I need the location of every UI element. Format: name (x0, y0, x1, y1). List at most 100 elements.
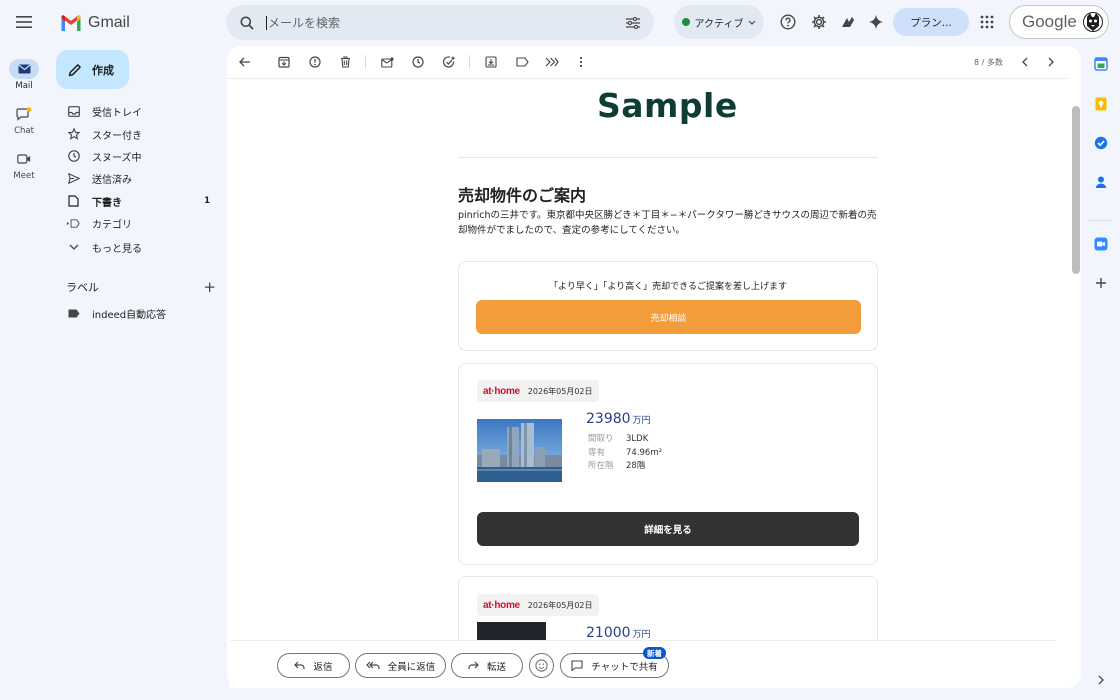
hamburger-icon (16, 16, 32, 28)
add-label-button[interactable]: + (203, 278, 216, 296)
gemini-button[interactable] (866, 12, 886, 32)
forward-button[interactable]: 転送 (451, 653, 523, 678)
listing-source-badge: at·home 2026年05月02日 (477, 594, 599, 616)
price-unit: 万円 (632, 630, 651, 640)
add-task-icon (442, 56, 455, 68)
tasks-addon[interactable] (1093, 135, 1109, 151)
gmail-logo[interactable]: Gmail (60, 11, 130, 35)
view-details-button[interactable]: 詳細を見る (477, 512, 859, 546)
category-icon (67, 217, 80, 230)
nav-item-more[interactable]: もっと見る (56, 236, 220, 258)
help-button[interactable] (778, 12, 798, 32)
nav-item-categories[interactable]: カテゴリ (56, 212, 220, 234)
back-button[interactable] (237, 54, 253, 70)
spec-key: 所在階 (588, 461, 614, 471)
add-task-button[interactable] (441, 54, 457, 70)
label-item-indeed[interactable]: indeed自動応答 (56, 302, 220, 324)
labels-button[interactable] (514, 54, 530, 70)
google-apps-button[interactable] (977, 12, 997, 32)
nav-item-sent[interactable]: 送信済み (56, 167, 220, 189)
clock-icon (412, 56, 424, 68)
email-heading: 売却物件のご案内 (458, 186, 587, 205)
filter-messages-button[interactable] (544, 54, 560, 70)
price-value: 21000 (586, 625, 631, 641)
rail-item-meet[interactable]: Meet (0, 149, 48, 181)
sparkle-icon (868, 14, 884, 30)
athome-logo: at·home (483, 599, 520, 611)
tasks-icon (1094, 136, 1108, 150)
plan-button[interactable]: プラン... (893, 8, 969, 36)
star-icon (67, 128, 80, 141)
new-badge: 新着 (643, 647, 666, 659)
older-button[interactable] (1043, 54, 1059, 70)
nav-item-snoozed[interactable]: スヌーズ中 (56, 145, 220, 167)
rail-label-chat: Chat (14, 126, 34, 136)
listing-photo[interactable] (477, 419, 562, 482)
move-to-button[interactable] (483, 54, 499, 70)
zoom-icon (1094, 237, 1108, 251)
inbox-icon (67, 105, 80, 118)
search-bar[interactable]: メールを検索 (226, 5, 654, 40)
keep-addon[interactable] (1093, 96, 1109, 112)
spec-row: 間取り 3LDK (588, 433, 662, 447)
snooze-button[interactable] (410, 54, 426, 70)
share-chat-label: チャットで共有 (591, 661, 658, 673)
nav-label: スヌーズ中 (92, 152, 142, 164)
arrow-left-icon (239, 57, 250, 67)
scrollbar-thumb[interactable] (1072, 106, 1080, 274)
archive-icon (278, 56, 290, 68)
email-logo: Sample (597, 86, 738, 125)
newer-button[interactable] (1016, 54, 1032, 70)
nav-item-inbox[interactable]: 受信トレイ (56, 100, 220, 122)
calendar-addon[interactable] (1093, 56, 1109, 72)
spec-key: 間取り (588, 434, 614, 444)
reply-button[interactable]: 返信 (277, 653, 350, 678)
calendar-icon (1094, 57, 1108, 71)
help-icon (780, 14, 796, 30)
apps-script-button[interactable] (838, 12, 858, 32)
delete-button[interactable] (337, 54, 353, 70)
cta-text: 「より早く」「より高く」売却できるご提案を差し上げます (549, 282, 787, 292)
listing-date: 2026年05月02日 (527, 386, 593, 396)
listing-price: 21000 万円 (586, 625, 651, 641)
search-options-icon[interactable] (626, 16, 640, 29)
main-menu-button[interactable] (12, 10, 36, 34)
hide-side-panel-button[interactable] (1093, 672, 1109, 688)
compose-button[interactable]: 作成 (56, 50, 129, 89)
nav-item-starred[interactable]: スター付き (56, 123, 220, 145)
status-label: アクティブ (694, 18, 744, 30)
get-addons-button[interactable] (1093, 275, 1109, 291)
report-spam-button[interactable] (307, 54, 323, 70)
account-switcher[interactable]: Google (1009, 5, 1109, 39)
rail-label-meet: Meet (13, 171, 35, 181)
status-selector[interactable]: アクティブ (674, 5, 764, 39)
keep-icon (1095, 97, 1107, 111)
archive-button[interactable] (276, 54, 292, 70)
label-name: indeed自動応答 (92, 309, 167, 321)
mail-icon (9, 59, 39, 79)
rail-item-mail[interactable]: Mail (0, 59, 48, 91)
toolbar-divider (365, 55, 366, 69)
contacts-addon[interactable] (1093, 174, 1109, 190)
chevron-left-icon (1021, 57, 1027, 67)
spec-value: 28階 (626, 461, 646, 471)
move-to-icon (485, 56, 497, 68)
reply-label: 返信 (313, 661, 333, 673)
labels-heading: ラベル (66, 281, 99, 294)
athome-logo: at·home (483, 385, 520, 397)
reply-all-label: 全員に返信 (387, 661, 436, 673)
emoji-reaction-button[interactable] (529, 653, 554, 678)
more-options-button[interactable] (573, 54, 589, 70)
reply-all-button[interactable]: 全員に返信 (355, 653, 446, 678)
nav-label: もっと見る (92, 243, 142, 255)
search-input[interactable]: メールを検索 (266, 15, 626, 30)
chevron-right-icon (1048, 57, 1054, 67)
rail-item-chat[interactable]: Chat (0, 104, 48, 136)
zoom-addon[interactable] (1093, 236, 1109, 252)
sell-consult-button[interactable]: 売却相談 (476, 300, 861, 334)
settings-button[interactable] (809, 12, 829, 32)
listing-photo[interactable] (477, 622, 546, 642)
toolbar-divider (469, 55, 470, 69)
mark-unread-button[interactable] (379, 54, 395, 70)
nav-item-drafts[interactable]: 下書き 1 (56, 190, 220, 212)
